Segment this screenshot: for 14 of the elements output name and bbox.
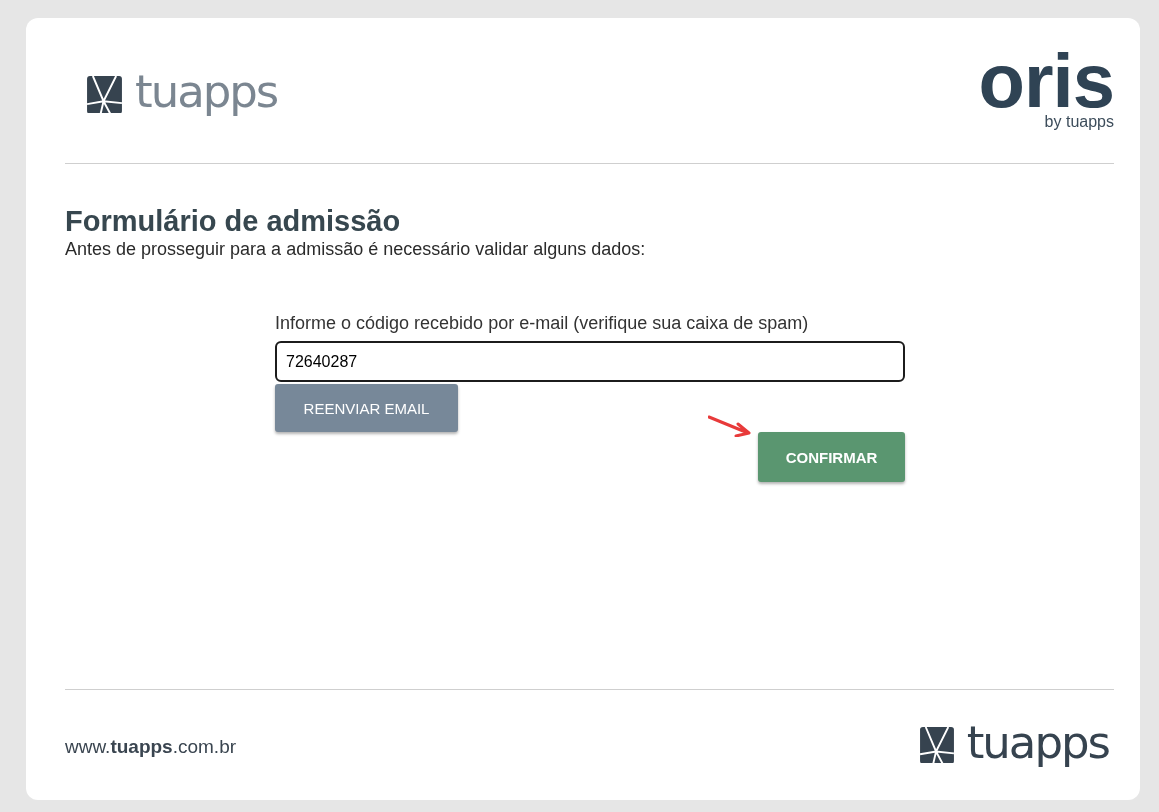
logo-text: tuapps <box>966 719 1109 771</box>
code-input[interactable]: 72640287 <box>275 341 905 382</box>
form-subtitle: Antes de prosseguir para a admissão é necessário validar alguns dados: <box>65 238 647 260</box>
tagline-text: by tuapps <box>1044 112 1114 131</box>
logo-icon <box>919 726 954 764</box>
form-title: Formulário de admissão <box>65 204 402 238</box>
field-label: Informe o código recebido por e-mail (verifique sua caixa de spam) <box>275 312 810 334</box>
resend-email-button[interactable]: REENVIAR EMAIL <box>275 384 458 432</box>
product-logo-text: oris <box>978 50 1114 111</box>
confirm-button[interactable]: CONFIRMAR <box>758 432 905 482</box>
logo-icon <box>87 75 122 114</box>
logo-text: tuapps <box>135 69 278 120</box>
website-text: www.tuapps.com.br <box>65 736 237 758</box>
arrow-icon <box>708 415 752 437</box>
